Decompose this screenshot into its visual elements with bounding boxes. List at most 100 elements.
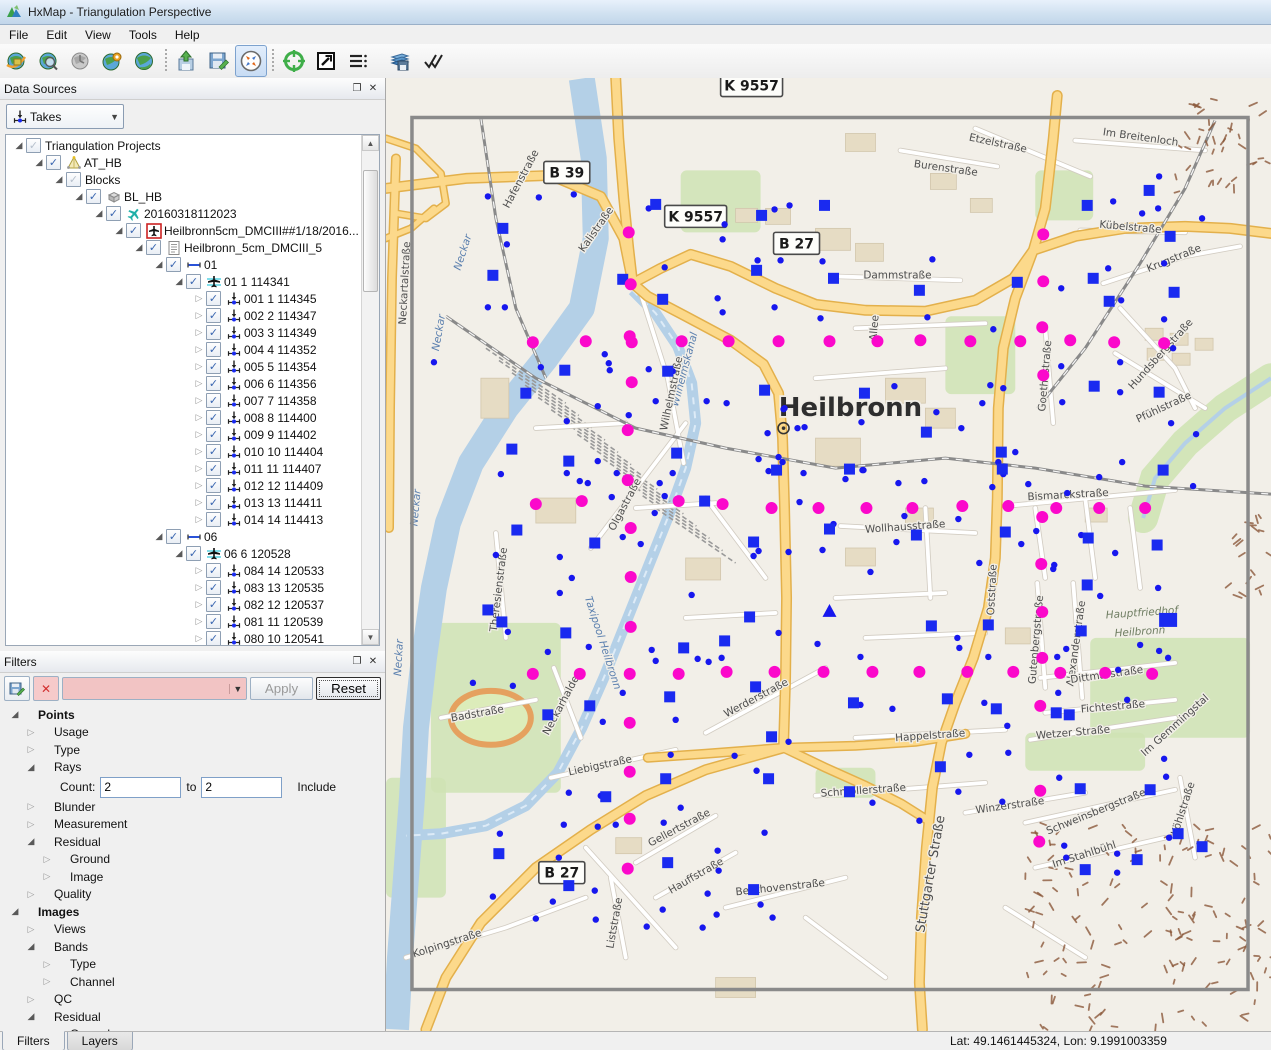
tree-row[interactable]: ▷✓080 10 120541 <box>6 630 362 645</box>
expand-icon[interactable]: ▷ <box>24 819 38 830</box>
scroll-down-icon[interactable]: ▼ <box>362 629 379 645</box>
checkbox[interactable]: ✓ <box>206 308 221 323</box>
checkbox[interactable]: ✓ <box>206 325 221 340</box>
tree-row[interactable]: ◢✓Heilbronn5cm_DMCIII##1/18/2016... <box>6 222 362 239</box>
tree-row[interactable]: ◢✓Heilbronn_5cm_DMCIII_5 <box>6 239 362 256</box>
expand-icon[interactable]: ▷ <box>192 344 206 355</box>
tree-row[interactable]: ◢✓01 <box>6 256 362 273</box>
expand-icon[interactable]: ▷ <box>40 854 54 865</box>
expand-icon[interactable]: ▷ <box>192 412 206 423</box>
expand-icon[interactable]: ▷ <box>40 871 54 882</box>
filter-tree-row[interactable]: ▷Type <box>0 956 385 974</box>
checkbox[interactable]: ✓ <box>206 376 221 391</box>
expand-icon[interactable]: ▷ <box>192 446 206 457</box>
expand-icon[interactable]: ▷ <box>192 310 206 321</box>
tree-row[interactable]: ▷✓005 5 114354 <box>6 358 362 375</box>
checkbox[interactable]: ✓ <box>206 631 221 645</box>
filter-tree-row[interactable]: ◢Bands <box>0 938 385 956</box>
collapse-icon[interactable]: ◢ <box>52 174 66 185</box>
checkbox[interactable]: ✓ <box>206 410 221 425</box>
globe-plain-button[interactable] <box>128 45 160 77</box>
expand-icon[interactable]: ▷ <box>192 497 206 508</box>
list-button[interactable] <box>342 45 374 77</box>
tab-layers[interactable]: Layers <box>67 1032 133 1050</box>
expand-icon[interactable]: ▷ <box>24 744 38 755</box>
checkbox[interactable]: ✓ <box>206 495 221 510</box>
filter-tree-row[interactable]: ▷Channel <box>0 973 385 991</box>
checkbox[interactable]: ✓ <box>126 223 141 238</box>
export-button[interactable] <box>171 45 203 77</box>
expand-icon[interactable]: ▷ <box>24 994 38 1005</box>
checkbox[interactable]: ✓ <box>146 240 161 255</box>
close-panel-icon[interactable]: ✕ <box>365 81 381 96</box>
filter-tree-row[interactable]: ▷Image <box>0 868 385 886</box>
expand-icon[interactable]: ▷ <box>192 327 206 338</box>
checkbox[interactable]: ✓ <box>206 291 221 306</box>
checkbox[interactable]: ✓ <box>26 138 41 153</box>
checkbox[interactable]: ✓ <box>186 274 201 289</box>
checkbox[interactable]: ✓ <box>206 614 221 629</box>
apply-button[interactable]: Apply <box>250 677 313 700</box>
globe-web-button[interactable] <box>0 45 32 77</box>
tree-row[interactable]: ▷✓009 9 114402 <box>6 426 362 443</box>
expand-icon[interactable]: ▷ <box>192 429 206 440</box>
checkbox[interactable]: ✓ <box>206 342 221 357</box>
clear-filter-button[interactable]: ✕ <box>33 676 59 701</box>
tree-row[interactable]: ▷✓010 10 114404 <box>6 443 362 460</box>
tree-row[interactable]: ◢✓Triangulation Projects <box>6 137 362 154</box>
expand-icon[interactable]: ▷ <box>192 395 206 406</box>
validate-button[interactable] <box>416 45 448 77</box>
filter-tree-row[interactable]: ▷Blunder <box>0 798 385 816</box>
collapse-icon[interactable]: ◢ <box>152 259 166 270</box>
collapse-icon[interactable]: ◢ <box>24 762 38 773</box>
target-button[interactable] <box>278 45 310 77</box>
globe-search-button[interactable] <box>32 45 64 77</box>
expand-icon[interactable]: ▷ <box>24 889 38 900</box>
scrollbar-thumb[interactable] <box>363 170 378 292</box>
filter-tree-row[interactable]: ▷QC <box>0 991 385 1009</box>
tree-row[interactable]: ◢✓01 1 114341 <box>6 273 362 290</box>
checkbox[interactable]: ✓ <box>46 155 61 170</box>
filter-tree-row[interactable]: ▷Type <box>0 741 385 759</box>
checkbox[interactable]: ✓ <box>66 172 81 187</box>
expand-icon[interactable]: ▷ <box>192 480 206 491</box>
tree-row[interactable]: ▷✓004 4 114352 <box>6 341 362 358</box>
collapse-icon[interactable]: ◢ <box>172 276 186 287</box>
rays-count-to-field[interactable] <box>201 777 282 798</box>
checkbox[interactable]: ✓ <box>86 189 101 204</box>
rays-count-from-field[interactable] <box>100 777 181 798</box>
checkbox[interactable]: ✓ <box>206 563 221 578</box>
map-view[interactable]: NeckartalstraßeNeckarNeckarNeckarNeckarW… <box>386 78 1271 1031</box>
collapse-icon[interactable]: ◢ <box>8 906 22 917</box>
filter-select[interactable]: ▼ <box>62 677 247 700</box>
collapse-icon[interactable]: ◢ <box>24 941 38 952</box>
expand-icon[interactable]: ▷ <box>192 616 206 627</box>
expand-icon[interactable]: ▷ <box>192 582 206 593</box>
checkbox[interactable]: ✓ <box>206 461 221 476</box>
tree-row[interactable]: ◢✓06 <box>6 528 362 545</box>
checkbox[interactable]: ✓ <box>206 393 221 408</box>
filter-tree-row[interactable]: ▷Views <box>0 921 385 939</box>
filter-tree-row[interactable]: ▷Ground <box>0 851 385 869</box>
expand-icon[interactable]: ▷ <box>40 976 54 987</box>
checkbox[interactable]: ✓ <box>166 529 181 544</box>
filter-tree-row[interactable]: ◢Residual <box>0 1008 385 1026</box>
tree-row[interactable]: ▷✓007 7 114358 <box>6 392 362 409</box>
filter-tree-row[interactable]: ▷Measurement <box>0 816 385 834</box>
expand-icon[interactable]: ▷ <box>192 293 206 304</box>
tree-row[interactable]: ▷✓011 11 114407 <box>6 460 362 477</box>
close-panel-icon[interactable]: ✕ <box>365 654 381 669</box>
tree-row[interactable]: ▷✓084 14 120533 <box>6 562 362 579</box>
expand-icon[interactable]: ▷ <box>192 514 206 525</box>
filter-tree-row[interactable]: ▷Usage <box>0 724 385 742</box>
tree-row[interactable]: ◢✓BL_HB <box>6 188 362 205</box>
collapse-icon[interactable]: ◢ <box>112 225 126 236</box>
menu-item-file[interactable]: File <box>0 27 37 43</box>
tree-row[interactable]: ▷✓012 12 114409 <box>6 477 362 494</box>
filter-tree-row[interactable]: ◢Images <box>0 903 385 921</box>
globe-gray-button[interactable] <box>64 45 96 77</box>
expand-icon[interactable]: ▷ <box>192 565 206 576</box>
takes-dropdown[interactable]: Takes ▼ <box>6 104 124 129</box>
checkbox[interactable]: ✓ <box>206 478 221 493</box>
tree-row[interactable]: ▷✓014 14 114413 <box>6 511 362 528</box>
